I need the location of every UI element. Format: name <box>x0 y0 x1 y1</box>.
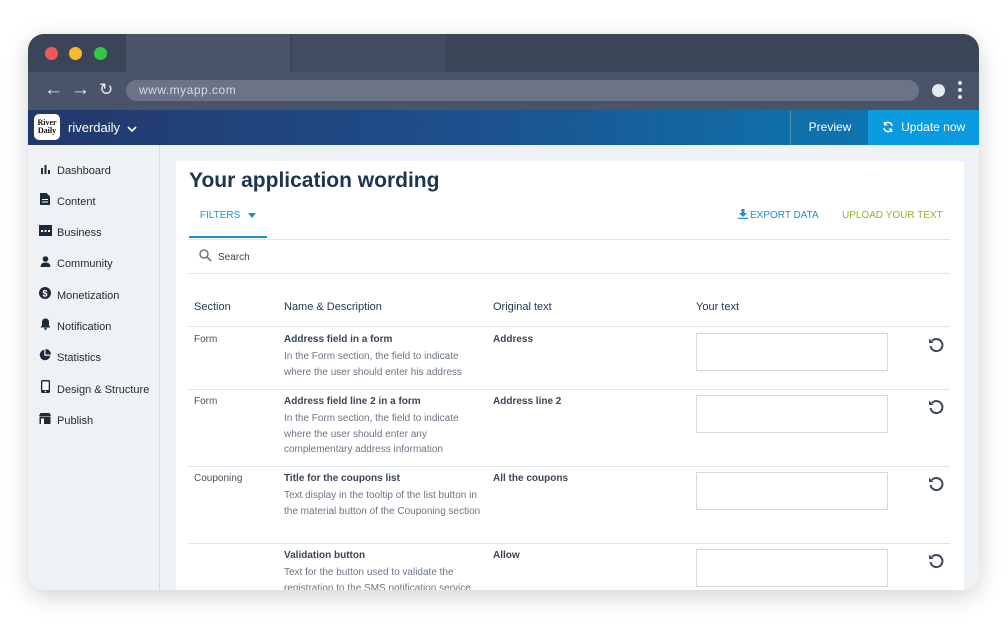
sidebar-item-content[interactable]: Content <box>38 193 96 211</box>
document-icon <box>38 193 52 211</box>
row-description: Text display in the tooltip of the list … <box>284 490 481 517</box>
export-data-button[interactable]: EXPORT DATA <box>738 204 819 228</box>
sidebar-item-label: Statistics <box>57 352 102 364</box>
column-header-original-text: Original text <box>493 301 552 313</box>
tabs-divider <box>189 239 950 240</box>
row-section: Form <box>194 334 218 345</box>
user-icon <box>38 255 52 273</box>
your-text-input[interactable] <box>696 549 888 587</box>
row-divider <box>189 389 950 390</box>
shop-icon <box>38 412 52 430</box>
browser-window: ← → ↻ www.myapp.com River Daily riverdai… <box>28 34 979 590</box>
sidebar-item-statistics[interactable]: Statistics <box>38 349 101 367</box>
sidebar-item-label: Community <box>57 258 113 270</box>
sidebar-item-label: Design & Structure <box>57 384 150 396</box>
row-divider <box>189 543 950 544</box>
reload-icon[interactable]: ↻ <box>99 80 113 100</box>
close-window-icon[interactable] <box>45 47 58 60</box>
your-text-input[interactable] <box>696 472 888 510</box>
sidebar-item-business[interactable]: Business <box>38 224 102 242</box>
app-logo: River Daily <box>34 114 60 140</box>
sidebar: Dashboard Content Business Community $ Mo… <box>28 145 160 590</box>
row-original-text: Address line 2 <box>493 396 562 407</box>
main-panel: Your application wording FILTERS EXPORT … <box>176 161 964 590</box>
row-section: Couponing <box>194 473 243 484</box>
row-name: Address field line 2 in a form <box>284 396 421 407</box>
column-header-your-text: Your text <box>696 301 740 313</box>
your-text-input[interactable] <box>696 395 888 433</box>
reset-icon[interactable] <box>927 552 945 570</box>
dollar-icon: $ <box>38 287 52 305</box>
reset-icon[interactable] <box>927 336 945 354</box>
update-now-button[interactable]: Update now <box>868 110 979 145</box>
storefront-icon <box>38 224 52 242</box>
app-name: riverdaily <box>68 120 121 135</box>
preview-button[interactable]: Preview <box>790 110 869 145</box>
sidebar-item-label: Content <box>57 196 96 208</box>
row-original-text: Address <box>493 334 534 345</box>
row-description: Text for the button used to validate the… <box>284 567 471 590</box>
sidebar-item-label: Publish <box>57 415 94 427</box>
column-header-section: Section <box>194 301 231 313</box>
bell-icon <box>38 318 52 336</box>
row-name: Validation button <box>284 550 366 561</box>
search-box[interactable]: Search <box>199 248 250 268</box>
column-header-name-description: Name & Description <box>284 301 382 313</box>
sidebar-item-design-structure[interactable]: Design & Structure <box>38 380 149 398</box>
sidebar-item-label: Monetization <box>57 290 120 302</box>
page-title: Your application wording <box>189 169 440 192</box>
svg-text:$: $ <box>42 288 47 298</box>
update-now-label: Update now <box>901 120 966 134</box>
search-placeholder: Search <box>218 252 250 263</box>
bar-chart-icon <box>38 162 52 180</box>
sidebar-item-community[interactable]: Community <box>38 255 113 273</box>
row-divider <box>189 466 950 467</box>
browser-titlebar <box>28 34 979 72</box>
app-switcher[interactable]: riverdaily <box>68 110 137 145</box>
upload-your-text-button[interactable]: UPLOAD YOUR TEXT <box>842 204 943 228</box>
chevron-down-icon <box>127 125 137 132</box>
sidebar-item-notification[interactable]: Notification <box>38 318 111 336</box>
search-icon <box>199 249 212 262</box>
your-text-input[interactable] <box>696 333 888 371</box>
filters-label: FILTERS <box>199 210 241 221</box>
row-original-text: Allow <box>493 550 520 561</box>
maximize-window-icon[interactable] <box>94 47 107 60</box>
sidebar-item-publish[interactable]: Publish <box>38 412 93 430</box>
row-original-text: All the coupons <box>493 473 568 484</box>
row-section: Form <box>194 396 218 407</box>
caret-down-icon <box>248 212 257 218</box>
sidebar-item-label: Notification <box>57 321 112 333</box>
app-header: River Daily riverdaily Preview Update no… <box>28 110 979 145</box>
address-bar[interactable]: www.myapp.com <box>126 80 919 101</box>
header-divider <box>189 326 950 327</box>
row-name: Address field in a form <box>284 334 393 345</box>
kebab-menu-icon[interactable] <box>958 81 962 102</box>
search-divider <box>189 273 950 274</box>
export-data-label: EXPORT DATA <box>750 210 819 221</box>
row-description: In the Form section, the field to indica… <box>284 413 459 455</box>
back-arrow-icon[interactable]: ← <box>44 80 63 100</box>
row-description: In the Form section, the field to indica… <box>284 351 462 378</box>
sidebar-item-label: Business <box>57 227 102 239</box>
browser-toolbar: ← → ↻ www.myapp.com <box>28 72 979 110</box>
sidebar-item-dashboard[interactable]: Dashboard <box>38 162 111 180</box>
reset-icon[interactable] <box>927 475 945 493</box>
sidebar-item-label: Dashboard <box>57 165 111 177</box>
forward-arrow-icon[interactable]: → <box>71 80 90 100</box>
profile-icon[interactable] <box>932 84 945 97</box>
reset-icon[interactable] <box>927 398 945 416</box>
minimize-window-icon[interactable] <box>69 47 82 60</box>
filters-tab[interactable]: FILTERS <box>189 204 267 238</box>
sidebar-item-monetization[interactable]: $ Monetization <box>38 287 119 305</box>
row-name: Title for the coupons list <box>284 473 400 484</box>
phone-icon <box>38 380 52 399</box>
logo-line-2: Daily <box>37 126 57 135</box>
download-icon <box>738 209 748 219</box>
sync-icon <box>883 121 893 133</box>
browser-tab[interactable] <box>292 34 446 72</box>
browser-tab-active[interactable] <box>126 34 290 72</box>
pie-chart-icon <box>38 349 52 367</box>
